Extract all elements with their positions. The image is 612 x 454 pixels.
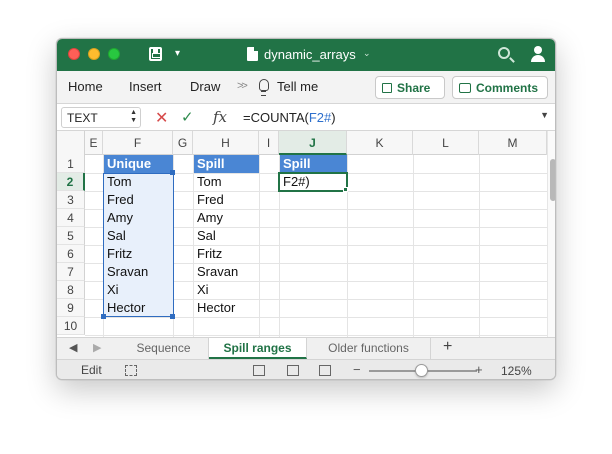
cell-h4[interactable]: Amy — [194, 209, 259, 227]
row-header-10[interactable]: 10 — [57, 317, 85, 335]
cell-f1[interactable]: Unique — [104, 155, 173, 173]
window-title: dynamic_arrays — [264, 47, 356, 62]
cell-h2[interactable]: Tom — [194, 173, 259, 191]
sheet-tab-bar: ◀ ▶ Sequence Spill ranges Older function… — [57, 337, 555, 359]
status-mode: Edit — [81, 363, 102, 377]
zoom-level[interactable]: 125% — [501, 364, 532, 378]
column-header-h[interactable]: H — [193, 131, 259, 155]
share-person-icon[interactable] — [529, 45, 547, 63]
cell-h1[interactable]: Spill — [194, 155, 259, 173]
document-icon — [247, 47, 258, 61]
tab-insert[interactable]: Insert — [129, 79, 162, 94]
row-header-7[interactable]: 7 — [57, 263, 85, 281]
title-chevron-down-icon[interactable]: ⌄ — [363, 48, 371, 59]
search-icon[interactable] — [498, 47, 510, 59]
zoom-out-minus-icon[interactable]: − — [353, 362, 361, 377]
comments-button[interactable]: Comments — [452, 76, 548, 99]
sheet-tab-sequence[interactable]: Sequence — [119, 338, 209, 359]
row-header-3[interactable]: 3 — [57, 191, 85, 209]
next-sheet-arrow-icon[interactable]: ▶ — [93, 341, 101, 354]
cell-h9[interactable]: Hector — [194, 299, 259, 317]
row-header-4[interactable]: 4 — [57, 209, 85, 227]
more-tabs-chevron-icon[interactable]: >> — [237, 80, 248, 92]
normal-view-icon[interactable] — [253, 365, 265, 376]
prev-sheet-arrow-icon[interactable]: ◀ — [69, 341, 77, 354]
row-header-1[interactable]: 1 — [57, 155, 85, 173]
page-layout-view-icon[interactable] — [287, 365, 299, 376]
formula-input[interactable]: =COUNTA(F2#) — [243, 110, 336, 125]
save-icon[interactable] — [149, 47, 162, 61]
share-icon — [382, 83, 392, 93]
spill-handle-top-right[interactable] — [170, 170, 175, 175]
tell-me-search[interactable]: Tell me — [277, 79, 318, 94]
spill-handle-bottom-right[interactable] — [170, 314, 175, 319]
column-header-g[interactable]: G — [173, 131, 193, 155]
column-header-l[interactable]: L — [413, 131, 479, 155]
ribbon: Home Insert Draw >> Tell me Share Commen… — [57, 71, 555, 103]
zoom-slider-knob[interactable] — [415, 364, 428, 377]
share-button[interactable]: Share — [375, 76, 445, 99]
cell-h7[interactable]: Sravan — [194, 263, 259, 281]
add-sheet-plus-icon[interactable]: + — [443, 338, 452, 356]
formula-bar: TEXT ▲ ▼ ✕ ✓ fx =COUNTA(F2#) ▼ — [57, 103, 555, 131]
status-bar: Edit − + 125% — [57, 359, 555, 379]
confirm-check-icon[interactable]: ✓ — [181, 108, 194, 126]
cell-h8[interactable]: Xi — [194, 281, 259, 299]
cell-h6[interactable]: Fritz — [194, 245, 259, 263]
column-header-e[interactable]: E — [85, 131, 103, 155]
title-bar: ▾ dynamic_arrays ⌄ — [57, 39, 555, 71]
tab-draw[interactable]: Draw — [190, 79, 220, 94]
row-header-8[interactable]: 8 — [57, 281, 85, 299]
insert-function-icon[interactable]: fx — [213, 108, 227, 126]
column-header-i[interactable]: I — [259, 131, 279, 155]
zoom-window-button[interactable] — [108, 48, 120, 60]
spreadsheet-grid[interactable]: E F G H I J K L M 1 2 3 4 5 6 7 8 9 10 U… — [57, 131, 555, 337]
cell-h5[interactable]: Sal — [194, 227, 259, 245]
row-header-6[interactable]: 6 — [57, 245, 85, 263]
row-header-2[interactable]: 2 — [57, 173, 85, 191]
lightbulb-icon — [259, 79, 269, 96]
cell-h3[interactable]: Fred — [194, 191, 259, 209]
column-header-m[interactable]: M — [479, 131, 547, 155]
vertical-scrollbar[interactable] — [547, 131, 555, 337]
name-box-stepper-icon[interactable]: ▲ ▼ — [130, 109, 137, 125]
minimize-window-button[interactable] — [88, 48, 100, 60]
column-header-k[interactable]: K — [347, 131, 413, 155]
quick-access-caret-icon[interactable]: ▾ — [175, 48, 180, 59]
column-header-row: E F G H I J K L M — [57, 131, 555, 155]
row-header-5[interactable]: 5 — [57, 227, 85, 245]
row-header-9[interactable]: 9 — [57, 299, 85, 317]
accessibility-icon[interactable] — [125, 365, 137, 376]
name-box[interactable]: TEXT ▲ ▼ — [61, 107, 141, 128]
spill-handle-bottom-left[interactable] — [101, 314, 106, 319]
cancel-icon[interactable]: ✕ — [155, 108, 168, 128]
close-window-button[interactable] — [68, 48, 80, 60]
sheet-tab-spill-ranges[interactable]: Spill ranges — [209, 338, 307, 359]
vertical-scrollbar-thumb[interactable] — [550, 159, 555, 201]
formula-expand-chevron-icon[interactable]: ▼ — [540, 110, 549, 120]
cell-j1[interactable]: Spill — [280, 155, 347, 173]
column-header-f[interactable]: F — [103, 131, 173, 155]
active-cell-selection[interactable] — [278, 172, 348, 192]
select-all-corner[interactable] — [57, 131, 85, 155]
comment-icon — [459, 83, 471, 93]
zoom-in-plus-icon[interactable]: + — [475, 362, 483, 377]
excel-window: ▾ dynamic_arrays ⌄ Home Insert Draw >> T… — [56, 38, 556, 380]
page-break-view-icon[interactable] — [319, 365, 331, 376]
column-header-j[interactable]: J — [279, 131, 347, 155]
spill-range-border[interactable] — [103, 173, 174, 317]
fill-handle[interactable] — [343, 187, 348, 192]
tab-home[interactable]: Home — [68, 79, 103, 94]
sheet-tab-older-functions[interactable]: Older functions — [307, 338, 431, 359]
